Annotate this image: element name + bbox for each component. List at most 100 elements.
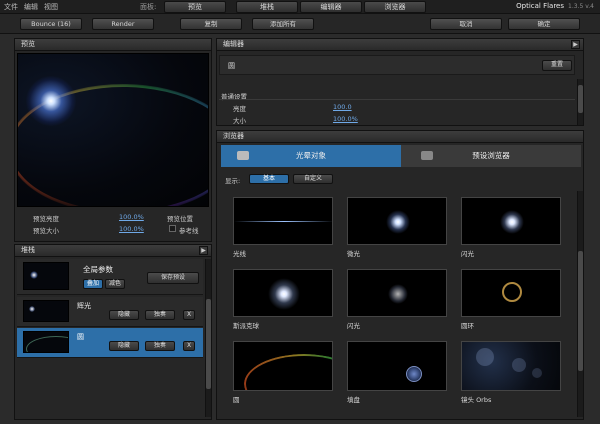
browser-item[interactable]: 闪光 [347,269,447,330]
browser-item[interactable]: 填盘 [347,341,447,404]
layer-name: 圆 [77,333,84,341]
bounce-button[interactable]: Bounce (16) [20,18,82,30]
browser-item-label: 斯派克球 [233,322,259,330]
layer-hide-button[interactable]: 隐藏 [109,310,139,320]
filter-custom-button[interactable]: 自定义 [293,174,333,184]
global-thumb [23,262,69,290]
spike-ball-thumb [233,269,333,317]
orb-icon [512,358,526,372]
stack-global-row[interactable]: 全局参数 叠加 减色 保存预设 [17,259,203,295]
glint-icon [500,210,524,234]
tab-lens-objects[interactable]: 光晕对象 [221,145,401,167]
layer-name: 辉光 [77,302,91,310]
browser-item[interactable]: 光线 [233,197,333,258]
save-preset-button[interactable]: 保存预设 [147,272,199,284]
lens-orbs-thumb [461,341,561,391]
editor-object-row: 圆 重置 [219,55,575,75]
size-value[interactable]: 100.0% [333,115,358,123]
brand-version: 1.3.5 v.4 [568,3,594,10]
browser-scrollbar[interactable] [577,191,583,417]
browser-item[interactable]: 圆环 [461,269,561,330]
browser-item[interactable]: 圆 [233,341,333,404]
toolbar: Bounce (16) Render 复制 添加所有 取消 确定 [0,14,600,34]
editor-panel: 编辑器 ▶ 圆 重置 普通设置 亮度 100.0 大小 100.0% [216,38,584,126]
size-label: 大小 [233,117,246,125]
reference-checkbox[interactable] [169,225,176,232]
tab-preset-browser[interactable]: 预设浏览器 [401,145,581,167]
filter-basic-button[interactable]: 基本 [249,174,289,184]
ok-button[interactable]: 确定 [508,18,580,30]
menu-edit[interactable]: 编辑 [24,2,38,12]
menu-file[interactable]: 文件 [4,2,18,12]
color-mode-button[interactable]: 减色 [105,279,125,289]
browser-item-label: 填盘 [347,396,360,404]
preview-position-label: 预览位置 [167,215,193,223]
reset-button[interactable]: 重置 [542,60,572,71]
stack-arrow-icon[interactable]: ▶ [199,246,208,255]
panel-tab-preview[interactable]: 预览 [164,1,226,13]
brand: Optical Flares 1.3.5 v.4 [516,2,594,10]
copy-button[interactable]: 复制 [180,18,242,30]
preview-size-value[interactable]: 100.0% [119,225,144,233]
layer-solo-button[interactable]: 独奏 [145,341,175,351]
stack-layer-row-selected[interactable]: 圆 隐藏 独奏 X [17,328,203,358]
brightness-label: 亮度 [233,105,246,113]
brand-name: Optical Flares [516,2,565,10]
preview-size-label: 预览大小 [33,227,59,235]
stack-layer-row[interactable]: 辉光 隐藏 独奏 X [17,297,203,327]
add-mode-button[interactable]: 叠加 [83,279,103,289]
tab-lens-objects-label: 光晕对象 [296,151,326,160]
global-label: 全局参数 [83,265,113,274]
stack-scrollbar[interactable] [205,259,211,417]
menu-view[interactable]: 视图 [44,2,58,12]
browser-scroll-thumb[interactable] [578,251,583,371]
preview-panel: 预览 预览亮度 100.0% 预览位置 预览大小 100.0% 参考线 [14,38,212,242]
circle-thumb [233,341,333,391]
browser-item-label: 光线 [233,250,246,258]
sparkle-thumb [347,269,447,317]
layer-delete-button[interactable]: X [183,341,195,351]
layer-solo-button[interactable]: 独奏 [145,310,175,320]
stack-title: 堆栈 ▶ [15,245,211,257]
orb-icon [532,368,542,378]
browser-item-label: 圆 [233,396,240,404]
browser-title: 浏览器 [217,131,583,143]
editor-scrollbar[interactable] [577,79,583,125]
layer-delete-button[interactable]: X [183,310,195,320]
brightness-value[interactable]: 100.0 [333,103,352,111]
preview-viewport[interactable] [17,53,209,207]
panels-label: 面板: [140,3,157,11]
glow-icon [29,306,35,312]
streak-icon [234,221,332,222]
browser-item[interactable]: 微光 [347,197,447,258]
star-icon [30,271,38,279]
panel-tab-browser[interactable]: 浏览器 [364,1,426,13]
lens-icon [237,151,249,160]
preview-brightness-label: 预览亮度 [33,215,59,223]
cancel-button[interactable]: 取消 [430,18,502,30]
ring-icon [502,282,522,302]
editor-scroll-thumb[interactable] [578,85,583,113]
stack-scroll-thumb[interactable] [206,299,211,389]
editor-divider [219,99,575,100]
streak-thumb [233,197,333,245]
editor-arrow-icon[interactable]: ▶ [571,40,580,49]
add-all-button[interactable]: 添加所有 [252,18,314,30]
glint-thumb [461,197,561,245]
browser-item[interactable]: 闪光 [461,197,561,258]
layer-thumb [23,331,69,353]
preview-title-text: 预览 [21,40,35,48]
orb-icon [476,348,494,366]
panel-tab-editor[interactable]: 编辑器 [300,1,362,13]
spike-ball-icon [268,278,300,310]
render-button[interactable]: Render [92,18,154,30]
browser-item[interactable]: 斯派克球 [233,269,333,330]
browser-item-label: 微光 [347,250,360,258]
layer-hide-button[interactable]: 隐藏 [109,341,139,351]
shimmer-icon [386,210,410,234]
preview-brightness-value[interactable]: 100.0% [119,213,144,221]
panel-tab-stack[interactable]: 堆栈 [236,1,298,13]
browser-item[interactable]: 镜头 Orbs [461,341,561,404]
editor-title: 编辑器 ▶ [217,39,583,51]
preview-title: 预览 [15,39,211,51]
